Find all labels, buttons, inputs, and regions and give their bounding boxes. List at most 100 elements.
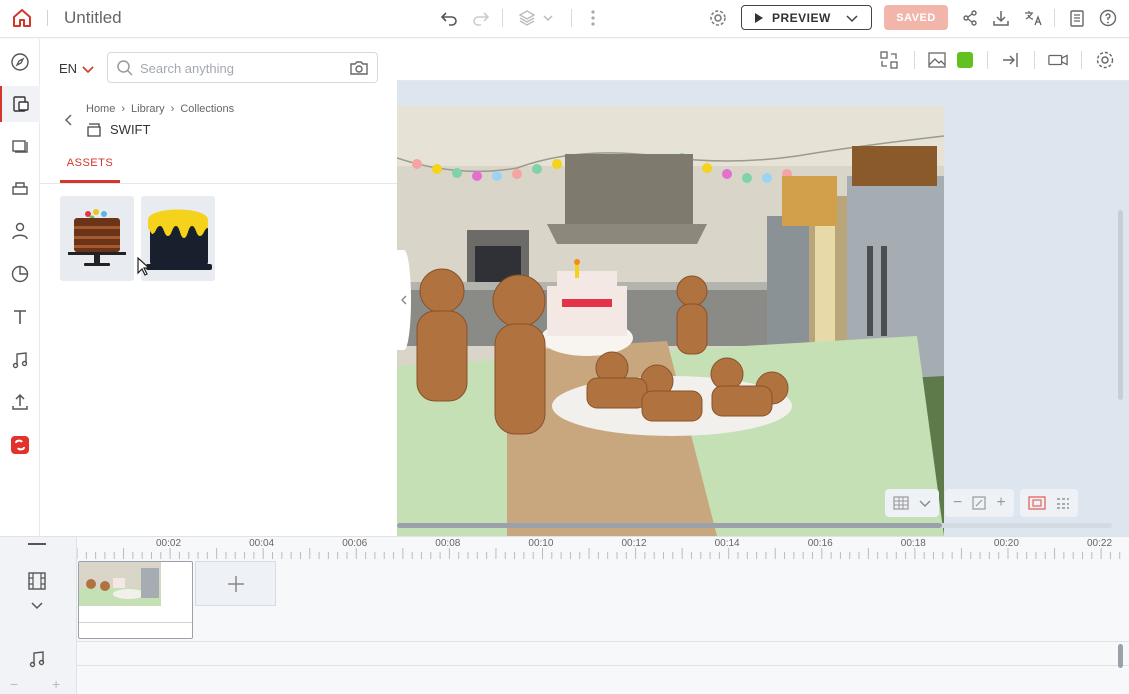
background-image-icon[interactable] [927, 50, 947, 70]
zoom-out-timeline-icon[interactable]: − [10, 676, 18, 692]
zoom-group: − + [945, 489, 1014, 517]
track-divider [77, 641, 1129, 642]
download-icon[interactable] [991, 8, 1011, 28]
color-swatch-icon[interactable] [955, 50, 975, 70]
film-strip-icon[interactable] [27, 571, 47, 596]
brand-icon[interactable] [0, 427, 40, 463]
collapse-panel-handle[interactable] [397, 250, 411, 350]
breadcrumb-collections[interactable]: Collections [180, 103, 234, 115]
preview-button[interactable]: PREVIEW [741, 5, 872, 30]
breadcrumb: Home › Library › Collections [86, 103, 234, 115]
divider [40, 183, 397, 184]
divider [914, 51, 915, 69]
divider [571, 9, 572, 27]
grid-dots-icon[interactable] [1056, 496, 1070, 510]
horizontal-scrollbar[interactable] [397, 523, 942, 528]
home-icon[interactable] [11, 7, 33, 29]
clip-divider [79, 622, 192, 623]
redo-icon[interactable] [471, 8, 491, 28]
more-vertical-icon[interactable] [583, 8, 603, 28]
scene-canvas[interactable] [397, 106, 944, 536]
camera-icon[interactable] [349, 59, 369, 82]
layers-icon[interactable] [517, 8, 537, 28]
breadcrumb-library[interactable]: Library [131, 103, 165, 115]
chevron-down-icon[interactable] [31, 597, 43, 615]
clip-thumbnail [79, 562, 161, 606]
notes-icon[interactable] [1067, 8, 1087, 28]
zoom-in-icon[interactable]: + [996, 494, 1005, 512]
text-icon[interactable] [0, 299, 40, 335]
timeline-ruler[interactable] [77, 537, 1129, 561]
library-panel: EN Search anything Home › Library › Coll… [40, 39, 397, 536]
props-icon[interactable] [0, 170, 40, 206]
enter-icon[interactable] [1001, 50, 1021, 70]
add-scene-button[interactable] [195, 561, 276, 606]
scene-clip[interactable]: 1 [78, 561, 193, 639]
divider [1054, 9, 1055, 27]
translate-icon[interactable] [1023, 8, 1043, 28]
settings-gear-icon[interactable] [708, 8, 728, 28]
timeline-scrollbar[interactable] [1118, 644, 1123, 668]
upload-icon[interactable] [0, 384, 40, 420]
asset-tile[interactable] [60, 196, 134, 281]
breadcrumb-home[interactable]: Home [86, 103, 115, 115]
video-camera-icon[interactable] [1048, 50, 1068, 70]
breadcrumb-separator: › [170, 103, 175, 115]
ruler-label: 00:14 [714, 538, 740, 549]
safe-area-icon[interactable] [1028, 496, 1046, 510]
swap-layout-icon[interactable] [879, 50, 899, 70]
chevron-down-icon [82, 65, 94, 73]
chevron-down-icon [919, 500, 931, 507]
characters-icon[interactable] [0, 213, 40, 249]
ruler-label: 00:20 [993, 538, 1019, 549]
stage-toolbar [397, 39, 1129, 81]
project-title[interactable]: Untitled [64, 8, 122, 28]
divider [987, 51, 988, 69]
fit-screen-icon[interactable] [972, 496, 986, 510]
asset-tile[interactable] [141, 196, 215, 281]
scenes-icon[interactable] [0, 128, 40, 164]
saved-button[interactable]: SAVED [884, 5, 948, 30]
view-toggle [1019, 489, 1078, 517]
timeline-track-headers: − + [0, 537, 77, 694]
ruler-label: 00:08 [435, 538, 461, 549]
zoom-in-timeline-icon[interactable]: + [52, 676, 60, 692]
left-rail [0, 39, 40, 536]
compass-icon[interactable] [0, 44, 40, 80]
chevron-left-icon [401, 295, 407, 305]
tab-assets[interactable]: ASSETS [60, 157, 120, 183]
folder-title: SWIFT [86, 122, 150, 137]
chevron-down-icon[interactable] [538, 8, 558, 28]
yellow-frosted-cake-icon [146, 209, 212, 270]
ruler-label: 00:06 [342, 538, 368, 549]
ruler-label: 00:22 [1087, 538, 1113, 549]
preview-label: PREVIEW [772, 10, 831, 25]
drag-handle-icon[interactable] [28, 543, 46, 545]
language-select[interactable]: EN [59, 61, 94, 76]
charts-icon[interactable] [0, 256, 40, 292]
settings-gear-icon[interactable] [1095, 50, 1115, 70]
search-input[interactable]: Search anything [107, 52, 378, 83]
back-chevron-icon[interactable] [64, 113, 74, 132]
divider [1081, 51, 1082, 69]
ruler-label: 00:04 [249, 538, 275, 549]
ruler-label: 00:16 [807, 538, 833, 549]
gingerbread-kitchen-scene [397, 106, 944, 536]
chocolate-cake-icon [68, 209, 126, 266]
share-icon[interactable] [960, 8, 980, 28]
grid-toggle[interactable] [885, 489, 939, 517]
breadcrumb-separator: › [121, 103, 126, 115]
ruler-label: 00:12 [621, 538, 647, 549]
search-icon [116, 59, 134, 82]
chevron-down-icon[interactable] [845, 11, 859, 28]
divider [47, 10, 48, 26]
music-track-icon[interactable] [27, 649, 47, 674]
zoom-out-icon[interactable]: − [953, 494, 962, 512]
library-icon[interactable] [0, 86, 40, 122]
ruler-label: 00:10 [528, 538, 554, 549]
undo-icon[interactable] [439, 8, 459, 28]
help-icon[interactable] [1098, 8, 1118, 28]
play-icon [755, 12, 763, 23]
music-icon[interactable] [0, 342, 40, 378]
vertical-scrollbar[interactable] [1118, 210, 1123, 400]
